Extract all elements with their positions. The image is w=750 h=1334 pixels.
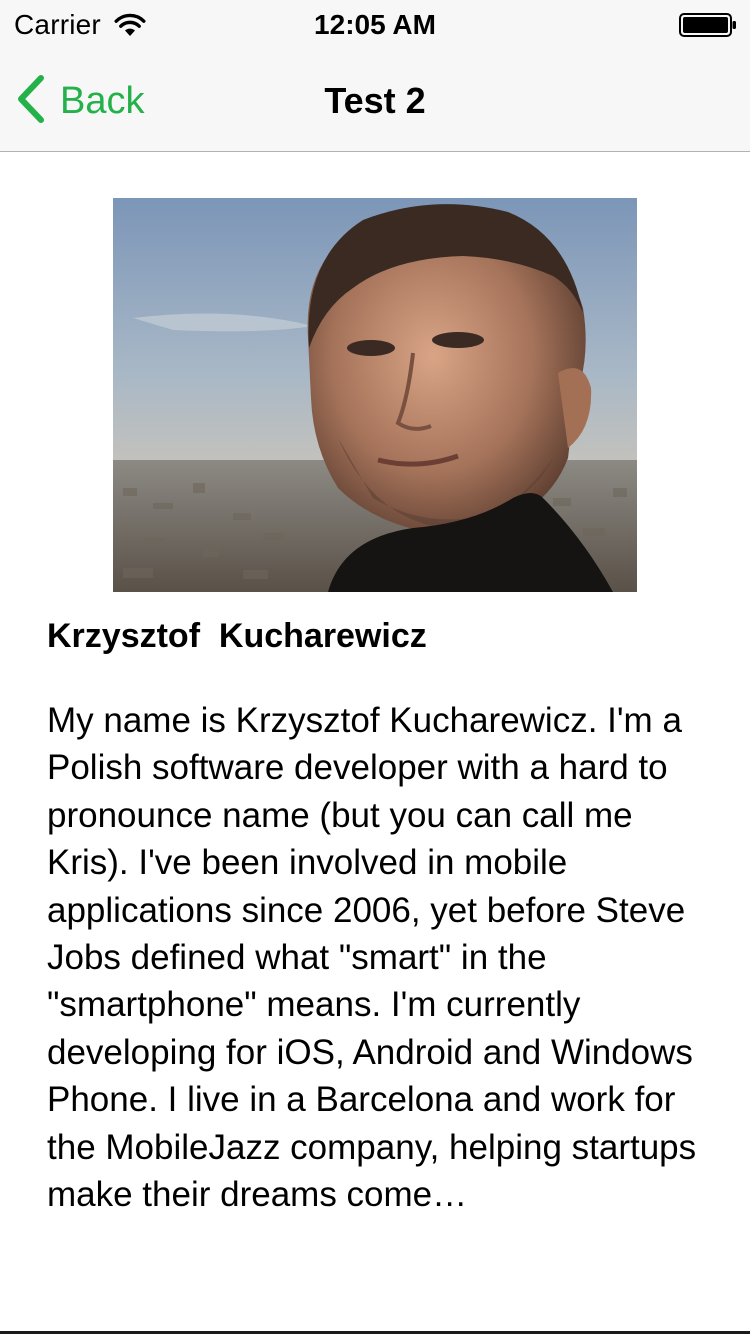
status-time: 12:05 AM: [314, 9, 436, 40]
screen: Carrier 12:05 AM Back Test 2 Krzysztof K…: [0, 0, 750, 1334]
status-bar: Carrier 12:05 AM: [0, 0, 750, 50]
page-title: Test 2: [324, 80, 426, 121]
top-bar: Carrier 12:05 AM Back Test 2: [0, 0, 750, 152]
navigation-bar: Back Test 2: [0, 50, 750, 151]
profile-photo: [113, 198, 637, 592]
author-bio: My name is Krzysztof Kucharewicz. I'm a …: [47, 701, 697, 1215]
battery-icon: [679, 13, 737, 37]
author-name: Krzysztof Kucharewicz: [47, 617, 427, 655]
